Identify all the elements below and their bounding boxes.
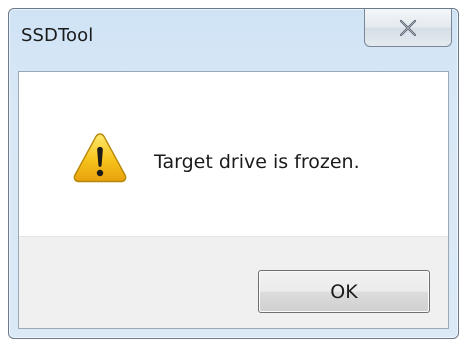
title-bar[interactable]: SSDTool	[9, 9, 458, 71]
message-area: Target drive is frozen.	[19, 72, 448, 236]
window-title: SSDTool	[21, 25, 94, 46]
close-x-icon	[398, 19, 418, 37]
close-button[interactable]	[364, 9, 452, 47]
warning-icon	[72, 130, 128, 186]
dialog-window: SSDTool Target drive is frozen. OK	[8, 8, 459, 339]
message-text: Target drive is frozen.	[154, 151, 360, 173]
ok-button[interactable]: OK	[258, 270, 430, 313]
button-bar: OK	[19, 236, 448, 328]
dialog-content: Target drive is frozen. OK	[18, 71, 449, 329]
